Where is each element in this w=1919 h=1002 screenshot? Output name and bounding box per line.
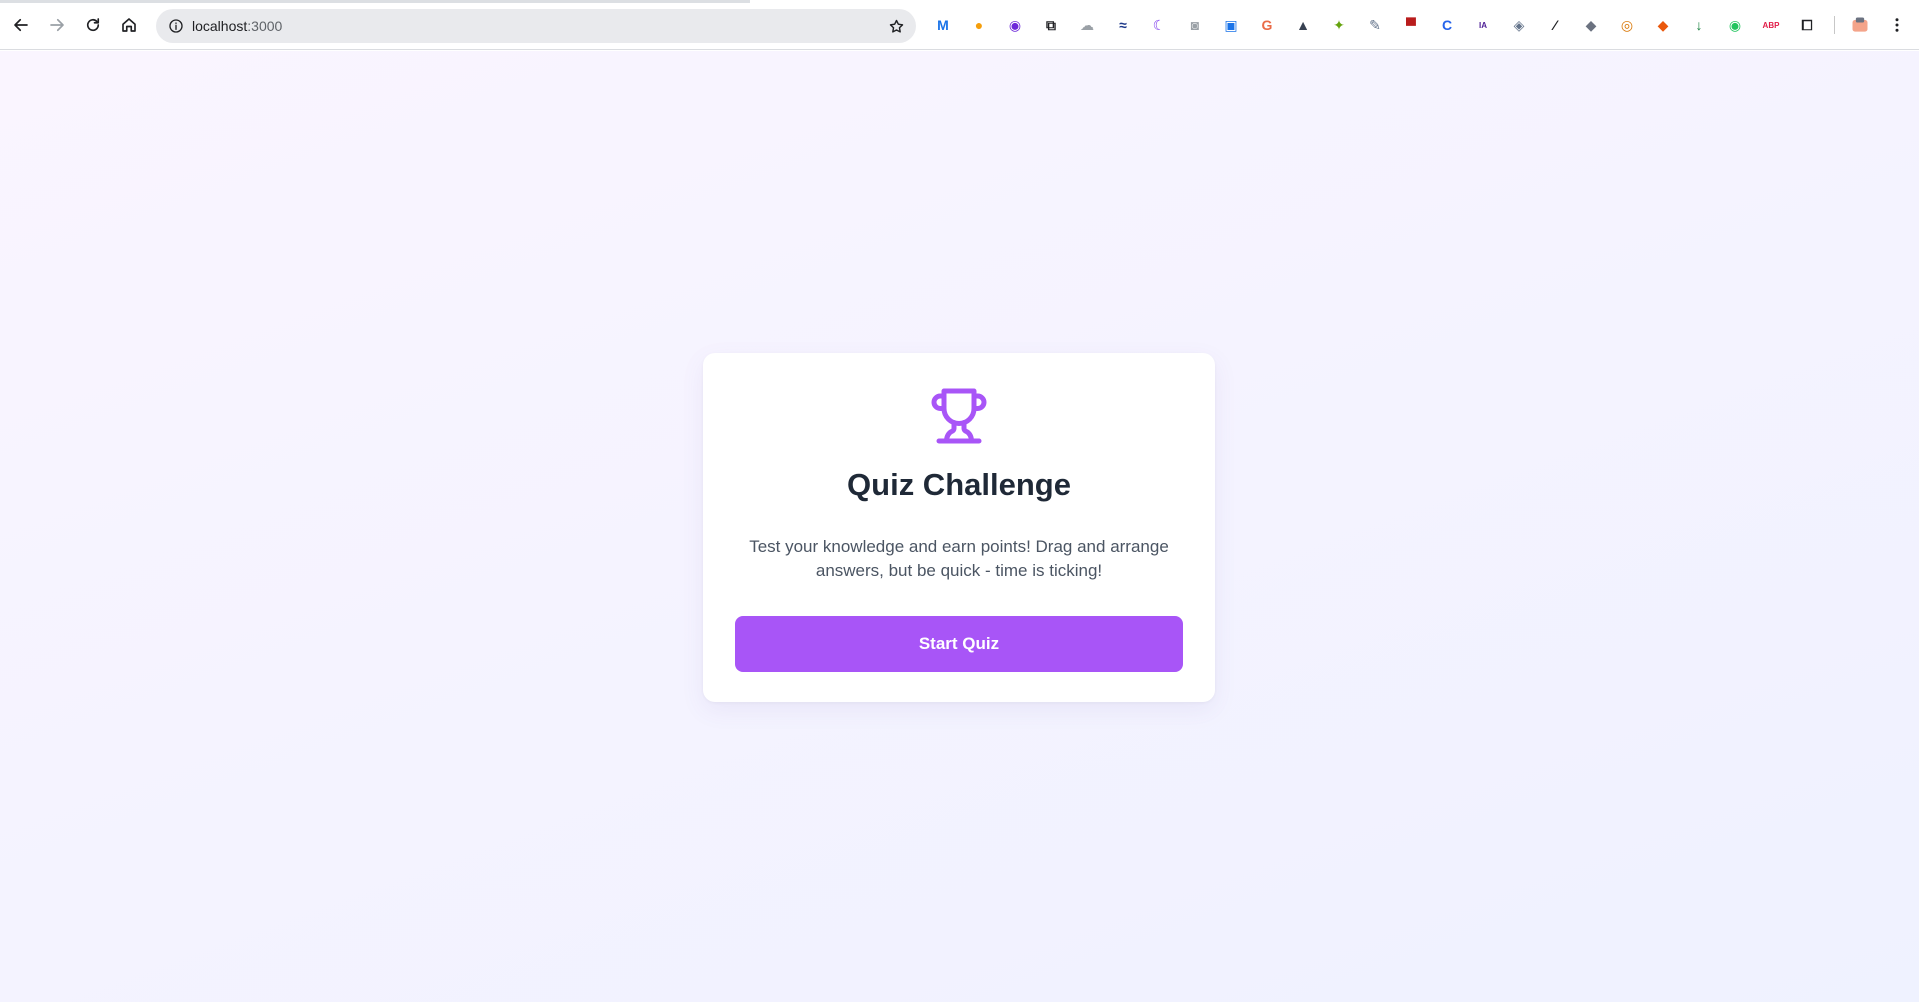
tab-strip-edge (0, 0, 750, 3)
start-quiz-button[interactable]: Start Quiz (735, 616, 1183, 672)
home-button[interactable] (115, 11, 143, 39)
link-extension-icon[interactable]: ⧉ (1040, 14, 1062, 36)
shield-extension-icon[interactable]: ◆ (1580, 14, 1602, 36)
hat-extension-icon[interactable]: ▀ (1400, 14, 1422, 36)
bookmark-star-icon[interactable] (886, 16, 906, 36)
purple-circle-extension-icon[interactable]: ◉ (1004, 14, 1026, 36)
meta-extension-icon[interactable]: M (932, 14, 954, 36)
orange-circle-extension-icon[interactable]: ● (968, 14, 990, 36)
camera-extension-icon[interactable]: ◙ (1184, 14, 1206, 36)
quiz-description: Test your knowledge and earn points! Dra… (749, 537, 1169, 580)
reload-button[interactable] (79, 11, 107, 39)
browser-toolbar: localhost:3000 M ● ◉ ⧉ ☁ ≈ ☾ ◙ ▣ G ▲ ✦ ✎ ▀ C IA ◈ ⁄ ◆ ◎ ◆ ↓ ◉ A… (0, 0, 1919, 50)
target-extension-icon[interactable]: ◈ (1508, 14, 1530, 36)
tool-extension-icon[interactable]: ✎ (1364, 14, 1386, 36)
home-icon (122, 18, 136, 32)
screen-extension-icon[interactable]: ▣ (1220, 14, 1242, 36)
abp-extension-icon[interactable]: ABP (1760, 14, 1782, 36)
reload-icon (86, 18, 100, 32)
eye-extension-icon[interactable]: ◉ (1724, 14, 1746, 36)
more-menu-icon[interactable] (1886, 14, 1908, 36)
arrow-right-icon (50, 18, 64, 32)
page-background: Quiz Challenge Test your knowledge and e… (0, 51, 1919, 1002)
site-info-icon[interactable] (166, 16, 186, 36)
url-text[interactable]: localhost:3000 (192, 18, 282, 34)
chart-extension-icon[interactable]: ≈ (1112, 14, 1134, 36)
address-bar[interactable]: localhost:3000 (156, 9, 916, 43)
g-extension-icon[interactable]: G (1256, 14, 1278, 36)
trophy-icon (931, 388, 987, 444)
arrow-left-icon (14, 18, 28, 32)
quiz-card: Quiz Challenge Test your knowledge and e… (703, 353, 1215, 702)
back-button[interactable] (7, 11, 35, 39)
bird-extension-icon[interactable]: ✦ (1328, 14, 1350, 36)
url-host: localhost (192, 18, 248, 34)
ship-extension-icon[interactable]: ▲ (1292, 14, 1314, 36)
profile-icon[interactable] (1849, 14, 1871, 36)
ia-extension-icon[interactable]: IA (1472, 14, 1494, 36)
chrome-extension-icon[interactable]: ◎ (1616, 14, 1638, 36)
pen-extension-icon[interactable]: ⁄ (1544, 14, 1566, 36)
puzzle-extension-icon[interactable]: ⧠ (1796, 14, 1818, 36)
c-extension-icon[interactable]: C (1436, 14, 1458, 36)
download-extension-icon[interactable]: ↓ (1688, 14, 1710, 36)
toolbar-divider (1834, 16, 1835, 34)
moon-extension-icon[interactable]: ☾ (1148, 14, 1170, 36)
url-port: :3000 (247, 18, 283, 34)
diamond-extension-icon[interactable]: ◆ (1652, 14, 1674, 36)
quiz-title: Quiz Challenge (847, 467, 1071, 502)
forward-button[interactable] (43, 11, 71, 39)
cloud-extension-icon[interactable]: ☁ (1076, 14, 1098, 36)
extensions-bar: M ● ◉ ⧉ ☁ ≈ ☾ ◙ ▣ G ▲ ✦ ✎ ▀ C IA ◈ ⁄ ◆ ◎ ◆ ↓ ◉ ABP ⧠ (932, 14, 1832, 36)
